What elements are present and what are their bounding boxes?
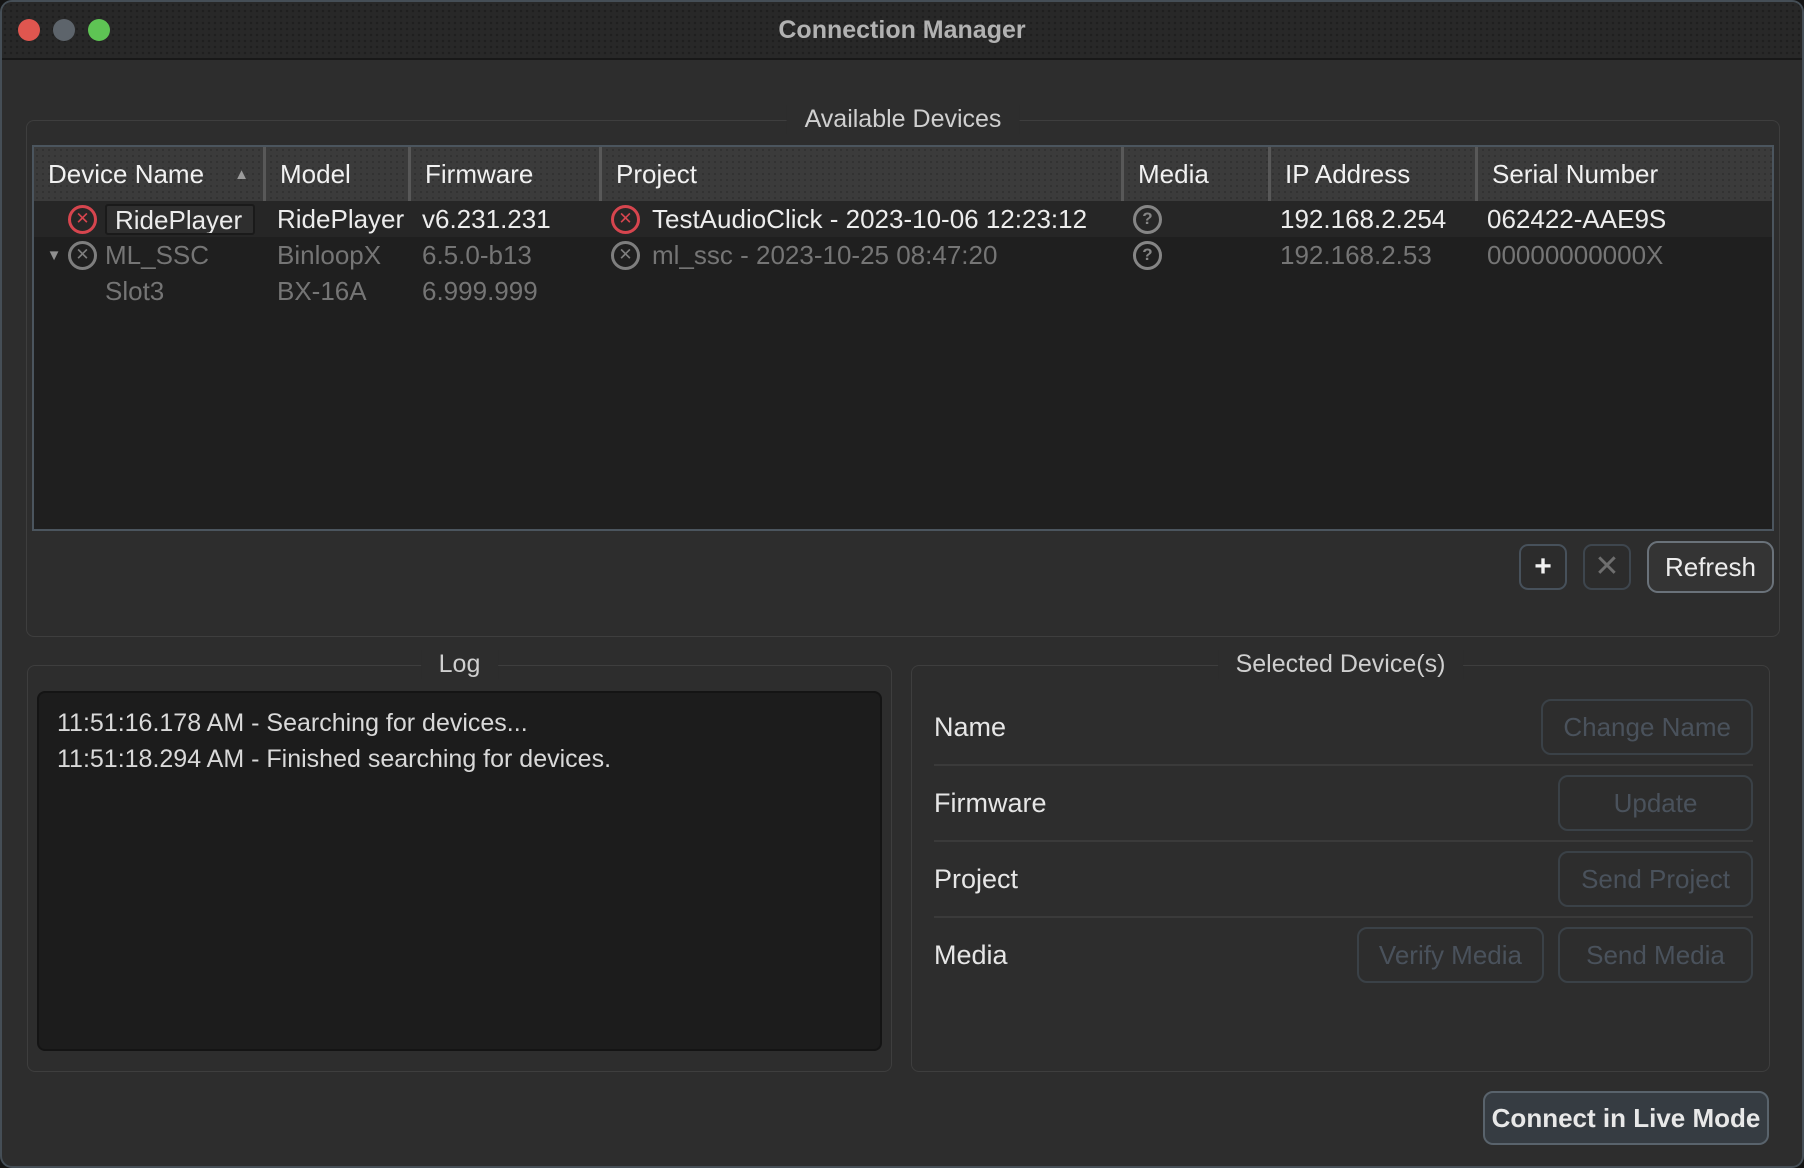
status-error-icon: ✕ (68, 205, 97, 234)
connect-live-mode-button[interactable]: Connect in Live Mode (1483, 1091, 1769, 1145)
available-devices-group: Available Devices Device Name ▲ Model Fi… (26, 120, 1780, 637)
available-devices-legend: Available Devices (787, 105, 1020, 134)
close-window-button[interactable] (18, 19, 40, 41)
media-unknown-icon: ? (1133, 205, 1162, 234)
project-error-icon: ✕ (611, 205, 640, 234)
connection-manager-window: Connection Manager Available Devices Dev… (0, 0, 1804, 1168)
media-label: Media (934, 940, 1008, 971)
model-cell: RidePlayer (263, 201, 408, 237)
plus-icon: + (1534, 552, 1552, 582)
log-entry: 11:51:16.178 AM - Searching for devices.… (57, 705, 862, 741)
selected-devices-legend: Selected Device(s) (1218, 650, 1464, 679)
send-project-button[interactable]: Send Project (1558, 851, 1753, 907)
column-header-serial[interactable]: Serial Number (1475, 147, 1772, 201)
table-row[interactable]: ✕ RidePlayer RidePlayer v6.231.231 ✕ Tes… (34, 201, 1772, 237)
window-title: Connection Manager (2, 2, 1802, 58)
model-cell: BinloopX (263, 237, 408, 273)
column-header-model[interactable]: Model (263, 147, 408, 201)
firmware-cell: 6.999.999 (408, 273, 599, 309)
log-legend: Log (421, 650, 499, 679)
model-cell: BX-16A (263, 273, 408, 309)
name-label: Name (934, 712, 1006, 743)
log-entry: 11:51:18.294 AM - Finished searching for… (57, 741, 862, 777)
project-label: Project (934, 864, 1018, 895)
name-row: Name Change Name (934, 690, 1753, 766)
device-toolbar: + ✕ Refresh (1519, 541, 1774, 593)
firmware-cell: 6.5.0-b13 (408, 237, 599, 273)
add-device-button[interactable]: + (1519, 544, 1567, 590)
zoom-window-button[interactable] (88, 19, 110, 41)
column-header-project[interactable]: Project (599, 147, 1121, 201)
log-group: Log 11:51:16.178 AM - Searching for devi… (27, 665, 892, 1072)
send-media-button[interactable]: Send Media (1558, 927, 1753, 983)
sort-ascending-icon: ▲ (234, 166, 249, 183)
refresh-button[interactable]: Refresh (1647, 541, 1774, 593)
media-row: Media Verify Media Send Media (934, 918, 1753, 992)
firmware-cell: v6.231.231 (408, 201, 599, 237)
table-row[interactable]: Slot3 BX-16A 6.999.999 (34, 273, 1772, 309)
title-bar[interactable]: Connection Manager (2, 2, 1802, 60)
firmware-label: Firmware (934, 788, 1047, 819)
column-header-ip[interactable]: IP Address (1268, 147, 1475, 201)
change-name-button[interactable]: Change Name (1541, 699, 1753, 755)
project-cell (599, 273, 1121, 309)
ip-cell (1268, 273, 1475, 309)
project-row: Project Send Project (934, 842, 1753, 918)
project-offline-icon: ✕ (611, 241, 640, 270)
serial-cell: 062422-AAE9S (1475, 201, 1772, 237)
media-unknown-icon: ? (1133, 241, 1162, 270)
project-cell: TestAudioClick - 2023-10-06 12:23:12 (652, 204, 1087, 235)
ip-cell: 192.168.2.254 (1268, 201, 1475, 237)
device-name-edit-field[interactable]: RidePlayer (105, 204, 255, 235)
serial-cell (1475, 273, 1772, 309)
column-header-device-name[interactable]: Device Name ▲ (34, 147, 263, 201)
remove-device-button[interactable]: ✕ (1583, 544, 1631, 590)
device-table-header: Device Name ▲ Model Firmware Project Med… (34, 147, 1772, 201)
log-output: 11:51:16.178 AM - Searching for devices.… (37, 691, 882, 1051)
project-cell: ml_ssc - 2023-10-25 08:47:20 (652, 240, 997, 271)
column-header-media[interactable]: Media (1121, 147, 1268, 201)
screen: Connection Manager Available Devices Dev… (0, 0, 1804, 1168)
selected-devices-group: Selected Device(s) Name Change Name Firm… (911, 665, 1770, 1072)
status-offline-icon: ✕ (68, 241, 97, 270)
verify-media-button[interactable]: Verify Media (1357, 927, 1544, 983)
disclosure-triangle-icon[interactable]: ▼ (40, 247, 68, 264)
traffic-lights (18, 2, 110, 58)
close-icon: ✕ (1594, 552, 1619, 582)
ip-cell: 192.168.2.53 (1268, 237, 1475, 273)
selected-device-actions: Name Change Name Firmware Update Project… (934, 690, 1753, 992)
device-name-cell: Slot3 (105, 276, 164, 307)
device-name-cell: ML_SSC (105, 240, 209, 271)
device-table: Device Name ▲ Model Firmware Project Med… (32, 145, 1774, 531)
column-header-firmware[interactable]: Firmware (408, 147, 599, 201)
firmware-row: Firmware Update (934, 766, 1753, 842)
table-row[interactable]: ▼ ✕ ML_SSC BinloopX 6.5.0-b13 ✕ ml_ssc -… (34, 237, 1772, 273)
minimize-window-button[interactable] (53, 19, 75, 41)
serial-cell: 00000000000X (1475, 237, 1772, 273)
update-firmware-button[interactable]: Update (1558, 775, 1753, 831)
